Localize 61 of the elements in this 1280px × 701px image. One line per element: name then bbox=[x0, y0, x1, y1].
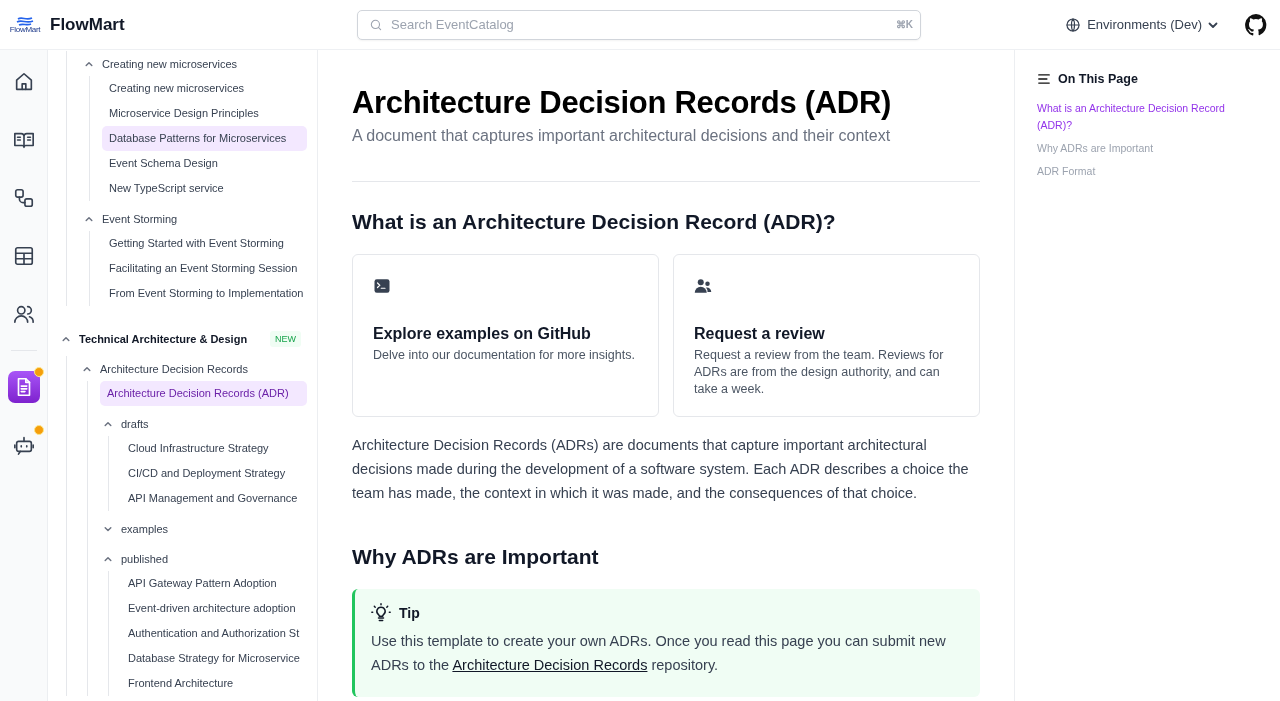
robot-icon bbox=[12, 434, 35, 456]
chevron-icon bbox=[104, 524, 112, 533]
repository-link[interactable]: Architecture Decision Records bbox=[452, 657, 648, 673]
new-badge: NEW bbox=[270, 330, 301, 347]
list-icon bbox=[1037, 72, 1051, 86]
tree-group[interactable]: Technical Architecture & Design NEW bbox=[60, 326, 307, 351]
tree-group[interactable]: Creating new microservices bbox=[83, 51, 307, 76]
table-icon bbox=[12, 245, 35, 267]
chevron-icon bbox=[85, 214, 93, 223]
tree-group[interactable]: published bbox=[102, 546, 307, 571]
chevron-icon bbox=[104, 419, 112, 428]
section-heading: Why ADRs are Important bbox=[352, 545, 600, 569]
tree-item[interactable]: From Event Storming to Implementation bbox=[102, 281, 307, 306]
link-card[interactable]: Explore examples on GitHub Delve into our documentation for more insights. bbox=[352, 254, 659, 417]
tree-group[interactable]: Architecture Decision Records bbox=[81, 356, 307, 381]
tree-item[interactable]: Database Strategy for Microservice bbox=[121, 646, 307, 671]
brand-name[interactable]: FlowMart bbox=[50, 14, 125, 35]
tree-group[interactable]: examples bbox=[102, 516, 307, 541]
tree-item[interactable]: Authentication and Authorization St bbox=[121, 621, 307, 646]
tree-item[interactable]: Creating new microservices bbox=[102, 76, 307, 101]
tree-item[interactable]: Getting Started with Event Storming bbox=[102, 231, 307, 256]
tree-item[interactable]: Cloud Infrastructure Strategy bbox=[121, 436, 307, 461]
users-icon bbox=[12, 303, 35, 325]
lightbulb-icon bbox=[371, 603, 391, 623]
globe-icon bbox=[1065, 16, 1082, 33]
link-card[interactable]: Request a review Request a review from the team. Reviews for ADRs are from the design authority, and can take a week. bbox=[673, 254, 980, 417]
tree-group[interactable]: drafts bbox=[102, 411, 307, 436]
chevron-icon bbox=[83, 364, 91, 373]
shortcut-hint: ⌘K bbox=[895, 18, 913, 30]
tree-item[interactable]: Database Patterns for Microservices bbox=[102, 126, 307, 151]
body-paragraph: Architecture Decision Records (ADRs) are documents that capture important architectural decisions made during the development of a software system. Each ADR describes a choice the team has made, the context in which it was made, and the consequences of that choice. bbox=[352, 436, 970, 503]
tree-item[interactable]: Architecture Decision Records (ADR) bbox=[100, 381, 307, 406]
tree-item[interactable]: New TypeScript service bbox=[102, 176, 307, 201]
tree-item[interactable]: Event-driven architecture adoption bbox=[121, 596, 307, 621]
tree-item[interactable]: Frontend Architecture bbox=[121, 671, 307, 696]
chevron-icon bbox=[104, 554, 112, 563]
card-title: Explore examples on GitHub bbox=[373, 325, 592, 343]
tree-group[interactable]: Event Storming bbox=[83, 206, 307, 231]
tree-item[interactable]: CI/CD and Deployment Strategy bbox=[121, 461, 307, 486]
page-subtitle: A document that captures important architectural decisions and their context bbox=[352, 127, 892, 145]
card-title: Request a review bbox=[694, 325, 826, 343]
tree-item[interactable]: Event Schema Design bbox=[102, 151, 307, 176]
tip-title: Tip bbox=[399, 605, 420, 621]
toc-title: On This Page bbox=[1058, 72, 1138, 86]
card-text: Request a review from the team. Reviews for ADRs are from the design authority, and can take a week. bbox=[694, 347, 945, 398]
terminal-icon bbox=[373, 277, 391, 295]
tree-item[interactable]: API Gateway Pattern Adoption bbox=[121, 571, 307, 596]
tree-item[interactable]: Facilitating an Event Storming Session bbox=[102, 256, 307, 281]
users-icon bbox=[694, 277, 712, 295]
toc-link[interactable]: What is an Architecture Decision Record (ADR)? bbox=[1037, 100, 1237, 134]
github-icon[interactable] bbox=[1244, 12, 1268, 37]
section-heading: What is an Architecture Decision Record (ADR)? bbox=[352, 210, 837, 234]
card-text: Delve into our documentation for more insights. bbox=[373, 347, 636, 364]
environment-dropdown[interactable]: Environments (Dev) bbox=[1065, 16, 1218, 33]
workflow-icon bbox=[12, 187, 35, 209]
tree-item[interactable]: Microservice Design Principles bbox=[102, 101, 307, 126]
chevron-icon bbox=[62, 334, 70, 343]
tree-item[interactable]: API Management and Governance bbox=[121, 486, 307, 511]
tip-text: Use this template to create your own ADRs. Once you read this page you can submit new ADRs to the Architecture Decision Records repository. bbox=[371, 632, 947, 675]
page-title: Architecture Decision Records (ADR) bbox=[352, 85, 892, 121]
chevron-icon bbox=[85, 59, 93, 68]
